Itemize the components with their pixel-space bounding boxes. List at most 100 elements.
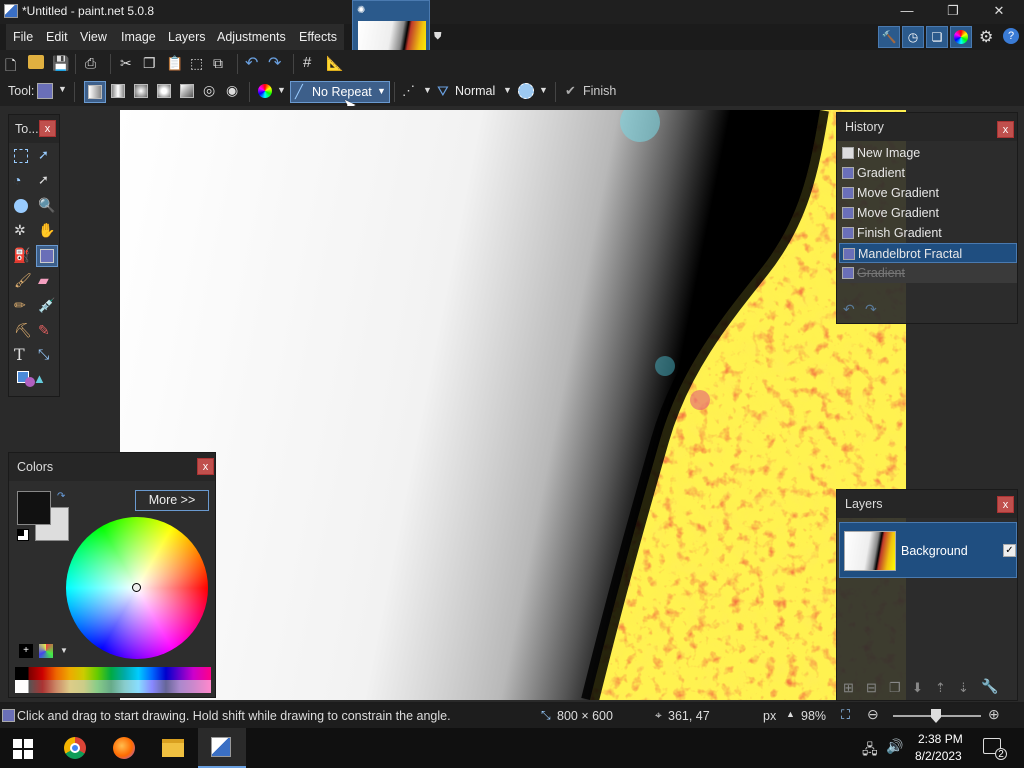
chevron-down-icon[interactable]: ▼ — [503, 85, 512, 95]
chevron-down-icon[interactable]: ▼ — [58, 84, 67, 94]
units-selector[interactable]: px — [763, 709, 776, 723]
more-colors-button[interactable]: More >> — [135, 490, 209, 511]
text-icon[interactable]: T — [14, 345, 25, 364]
history-window-icon[interactable]: ◷ — [902, 26, 924, 48]
diamond-gradient-icon[interactable] — [134, 84, 148, 98]
chevron-down-icon[interactable]: ▼ — [277, 85, 286, 95]
maximize-button[interactable]: ❐ — [930, 0, 976, 24]
menu-layers[interactable]: Layers — [161, 24, 213, 50]
layer-properties-icon[interactable]: 🔧 — [981, 678, 998, 695]
tab-dropdown-icon[interactable]: ⛊ — [434, 31, 442, 42]
color-mode-icon[interactable] — [258, 84, 272, 98]
colors-panel-close-button[interactable]: x — [197, 458, 214, 475]
menu-edit[interactable]: Edit — [39, 24, 75, 50]
save-icon[interactable]: 💾 — [52, 55, 69, 72]
blend-mode-value[interactable]: Normal — [455, 84, 495, 98]
undo-icon[interactable]: ↶ — [843, 301, 855, 318]
chevron-down-icon[interactable]: ▼ — [60, 646, 68, 655]
redo-icon[interactable]: ↷ — [268, 53, 281, 73]
chevron-down-icon[interactable]: ▼ — [423, 85, 432, 95]
paste-icon[interactable]: 📋 — [166, 55, 183, 72]
chevron-up-icon[interactable]: ▲ — [786, 709, 795, 719]
clock-time[interactable]: 2:38 PM — [918, 732, 963, 746]
rectangle-select-icon[interactable] — [14, 149, 28, 163]
lasso-select-icon[interactable]: ◔ — [13, 172, 21, 188]
pan-icon[interactable]: ✋ — [38, 222, 55, 239]
delete-layer-icon[interactable]: ⊟ — [866, 680, 877, 696]
menu-effects[interactable]: Effects — [292, 24, 344, 50]
clock-date[interactable]: 8/2/2023 — [915, 749, 962, 763]
conical-gradient-icon[interactable] — [180, 84, 194, 98]
history-item[interactable]: Move Gradient — [839, 203, 1017, 223]
pencil-icon[interactable]: ✏ — [14, 297, 26, 314]
ellipse-select-icon[interactable] — [14, 199, 28, 213]
duplicate-layer-icon[interactable]: ❐ — [889, 680, 901, 696]
zoom-icon[interactable]: 🔍 — [38, 197, 55, 214]
network-icon[interactable]: 🖧 — [862, 739, 878, 763]
move-selection-icon[interactable]: ➚ — [38, 172, 49, 188]
help-icon[interactable]: ? — [1003, 28, 1019, 44]
zoom-out-icon[interactable]: ⊖ — [867, 706, 879, 723]
zoom-value[interactable]: 98% — [801, 709, 826, 723]
radial-gradient-icon[interactable] — [157, 84, 171, 98]
history-item[interactable]: New Image — [839, 143, 1017, 163]
menu-file[interactable]: File — [6, 24, 41, 50]
new-icon[interactable]: 🗋 — [5, 55, 16, 79]
copy-icon[interactable]: ❐ — [143, 55, 156, 72]
color-picker-icon[interactable]: 💉 — [38, 297, 55, 314]
crop-icon[interactable]: ⬚ — [190, 55, 203, 72]
windows-start-icon[interactable] — [13, 739, 33, 759]
shapes-icon[interactable]: ▲ — [17, 371, 47, 389]
undo-icon[interactable]: ↶ — [245, 53, 258, 73]
move-layer-up-icon[interactable]: ⇡ — [935, 680, 946, 696]
history-panel-close-button[interactable]: x — [997, 121, 1014, 138]
zoom-in-icon[interactable]: ⊕ — [988, 706, 1000, 723]
history-item[interactable]: Gradient — [839, 163, 1017, 183]
paint-bucket-icon[interactable]: ⛽ — [13, 247, 30, 264]
history-item[interactable]: Mandelbrot Fractal — [839, 243, 1017, 263]
spiral-ccw-icon[interactable]: ◉ — [226, 82, 238, 99]
grid-icon[interactable]: # — [303, 54, 311, 71]
color-wheel-handle[interactable] — [132, 583, 141, 592]
zoom-to-window-icon[interactable]: ⛶ — [841, 707, 850, 723]
zoom-slider-handle[interactable] — [931, 709, 941, 723]
chevron-down-icon[interactable]: ▼ — [539, 85, 548, 95]
spiral-cw-icon[interactable]: ◎ — [203, 82, 215, 99]
history-item[interactable]: Gradient — [839, 263, 1017, 283]
history-item[interactable]: Finish Gradient — [839, 223, 1017, 243]
print-icon[interactable]: ⎙ — [85, 55, 96, 72]
eraser-icon[interactable]: ▰ — [38, 272, 49, 289]
linear-gradient-icon[interactable] — [84, 81, 106, 103]
clone-stamp-icon[interactable]: ⛏ — [14, 322, 32, 339]
firefox-icon[interactable] — [113, 737, 135, 759]
cut-icon[interactable]: ✂ — [120, 55, 132, 72]
menu-adjustments[interactable]: Adjustments — [210, 24, 293, 50]
swap-colors-icon[interactable]: ↷ — [57, 491, 65, 502]
layer-visibility-checkbox[interactable]: ✓ — [1003, 544, 1016, 557]
repeat-mode-dropdown[interactable]: ╱ No Repeat ▼ — [290, 81, 390, 103]
recolor-icon[interactable]: ✎ — [38, 322, 50, 339]
volume-icon[interactable]: 🔊 — [886, 738, 903, 755]
open-icon[interactable] — [28, 55, 44, 69]
menu-image[interactable]: Image — [114, 24, 163, 50]
reset-colors-icon[interactable] — [17, 529, 29, 541]
redo-icon[interactable]: ↷ — [865, 301, 877, 318]
close-button[interactable]: ✕ — [976, 0, 1022, 24]
checkmark-icon[interactable]: ✔ — [565, 83, 576, 99]
move-selected-icon[interactable]: ➚ — [38, 147, 49, 163]
minimize-button[interactable]: — — [884, 0, 930, 24]
primary-color-swatch[interactable] — [17, 491, 51, 525]
tools-panel-close-button[interactable]: x — [39, 120, 56, 137]
add-layer-icon[interactable]: ⊞ — [843, 680, 854, 696]
settings-icon[interactable]: ⚙ — [979, 27, 993, 47]
history-item[interactable]: Move Gradient — [839, 183, 1017, 203]
layers-window-icon[interactable]: ❏ — [926, 26, 948, 48]
gradient-tool-icon[interactable] — [36, 245, 58, 267]
file-explorer-icon[interactable] — [162, 739, 184, 757]
line-curve-icon[interactable]: ⤡ — [38, 346, 49, 363]
palette-menu-icon[interactable] — [39, 644, 53, 658]
image-canvas[interactable] — [120, 110, 906, 700]
menu-view[interactable]: View — [73, 24, 114, 50]
merge-layer-down-icon[interactable]: ⬇ — [912, 680, 923, 696]
current-tool-icon[interactable] — [37, 83, 53, 99]
